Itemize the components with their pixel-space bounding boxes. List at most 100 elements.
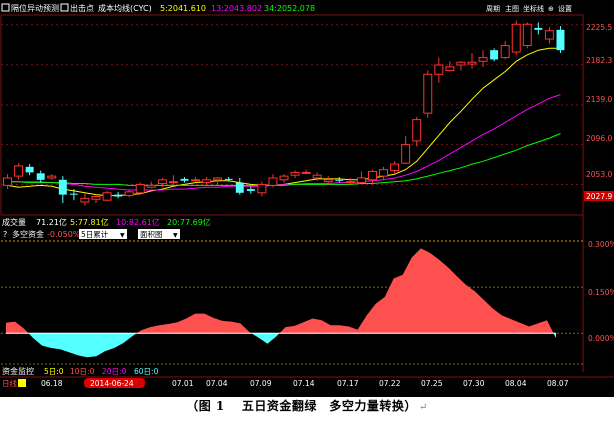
candle — [556, 26, 565, 53]
price-tick: 2225.5 — [586, 23, 612, 32]
date-tick: 07.25 — [421, 379, 443, 388]
candle-body — [401, 144, 411, 164]
candle-body — [180, 178, 189, 181]
candle-body — [412, 119, 422, 142]
candle-body — [301, 171, 311, 174]
cyc5-value: 5:2041.610 — [160, 4, 206, 13]
indicator-title: 多空资金 — [12, 229, 44, 239]
candle-body — [191, 179, 201, 182]
indicator-header: ? 多空资金 -0.050% 5日累计 ▼ 面积图 ▼ — [3, 229, 180, 239]
candle — [511, 20, 521, 55]
monitor-tab-10[interactable]: 10日:0 — [70, 367, 95, 376]
candle-body — [335, 179, 344, 181]
candle-body — [14, 165, 24, 177]
candle-body — [80, 197, 90, 203]
candle-body — [312, 174, 322, 179]
indicator-tick: 0.150% — [588, 288, 614, 297]
monitor-tab-20[interactable]: 20日:0 — [102, 367, 127, 376]
candle-body — [556, 29, 565, 51]
candle-body — [434, 64, 444, 75]
candle-body — [511, 23, 521, 53]
menu-settings[interactable]: 设置 — [558, 4, 572, 13]
candle-body — [534, 27, 543, 30]
candle-body — [390, 163, 400, 172]
candle-body — [3, 177, 13, 186]
chevron-down-icon: ▼ — [120, 232, 125, 239]
candle-body — [157, 179, 167, 185]
candle-body — [279, 175, 289, 181]
period-label: 日线 — [2, 378, 17, 388]
price-tick: 2096.0 — [586, 134, 612, 143]
candle-body — [456, 61, 466, 66]
date-tick: 07.01 — [172, 379, 194, 388]
cyc34-value: 34:2052.078 — [264, 4, 315, 13]
return-mark: ↵ — [418, 402, 428, 413]
date-tick: 07.17 — [337, 379, 359, 388]
figure-caption: （图 1 五日资金翻绿 多空力量转换） ↵ — [0, 397, 614, 414]
price-tick: 2053.0 — [586, 170, 612, 179]
candle — [490, 48, 499, 62]
indicator-value: -0.050% — [47, 230, 81, 239]
monitor-tab-60[interactable]: 60日:0 — [134, 367, 159, 376]
candle-body — [91, 195, 101, 200]
candle-body — [213, 177, 223, 181]
date-tick: 08.04 — [505, 379, 527, 388]
candle-body — [235, 182, 244, 193]
menu-period[interactable]: 周期 — [486, 5, 500, 13]
indicator-tick: 0.300% — [588, 240, 614, 249]
candle-body — [135, 183, 145, 194]
indicator-tick: 0.000% — [588, 334, 614, 343]
cursor-date: 2014-06-24 — [90, 379, 134, 388]
fund-monitor-label: 资金监控 — [2, 366, 34, 376]
lock-icon[interactable]: ⊕ — [548, 5, 554, 13]
chevron-down-icon: ▼ — [173, 232, 178, 239]
candle-body — [146, 184, 156, 188]
candle-body — [490, 50, 499, 60]
swing-forecast-label: 隔位异动预测 — [11, 3, 59, 13]
candle-body — [345, 181, 355, 184]
period-select-label: 5日累计 — [81, 229, 109, 239]
candle-body — [268, 177, 278, 186]
question-icon[interactable]: ? — [3, 230, 7, 239]
date-tick: 06.18 — [41, 379, 63, 388]
candle-body — [25, 166, 34, 173]
candle — [102, 190, 112, 202]
candle-body — [102, 192, 112, 201]
candle-body — [500, 45, 510, 59]
date-tick: 07.09 — [250, 379, 272, 388]
fund-monitor-bar: 资金监控 5日:0 10日:0 20日:0 60日:0 — [2, 366, 159, 376]
menu-axis-lines[interactable]: 坐标线 — [523, 4, 544, 13]
candle-body — [522, 23, 532, 47]
candle-body — [467, 61, 477, 65]
candle — [135, 182, 145, 195]
attack-point-label: 出击点 — [70, 3, 94, 13]
cyc-indicator-label: 成本均线(CYC) — [98, 3, 152, 13]
candle-body — [47, 175, 57, 179]
candle-body — [445, 66, 455, 72]
candle-body — [367, 170, 377, 181]
chart-style-label: 面积图 — [140, 229, 163, 239]
price-tick: 2182.3 — [586, 56, 612, 65]
menu-main-chart[interactable]: 主图 — [505, 4, 519, 13]
date-tick: 07.14 — [293, 379, 315, 388]
volume-ma5: 5:77.81亿 — [70, 217, 109, 227]
date-tick: 07.04 — [206, 379, 228, 388]
candle-body — [124, 191, 134, 197]
date-tick: 08.07 — [547, 379, 569, 388]
volume-total: 71.21亿 — [36, 217, 67, 227]
date-tick: 07.30 — [463, 379, 485, 388]
candle-body — [478, 57, 488, 62]
monitor-tab-5[interactable]: 5日:0 — [44, 367, 64, 376]
cyc13-value: 13:2043.802 — [211, 4, 262, 13]
candle-body — [379, 169, 389, 177]
candle-body — [69, 193, 78, 195]
candle-body — [257, 183, 267, 194]
candle-body — [36, 173, 45, 180]
date-tick: 07.22 — [379, 379, 401, 388]
candle-body — [323, 179, 333, 183]
candle-body — [290, 171, 300, 176]
candle-body — [246, 189, 255, 191]
candle-body — [58, 179, 67, 195]
volume-ma10: 10:82.61亿 — [116, 217, 160, 227]
candle — [522, 22, 532, 49]
